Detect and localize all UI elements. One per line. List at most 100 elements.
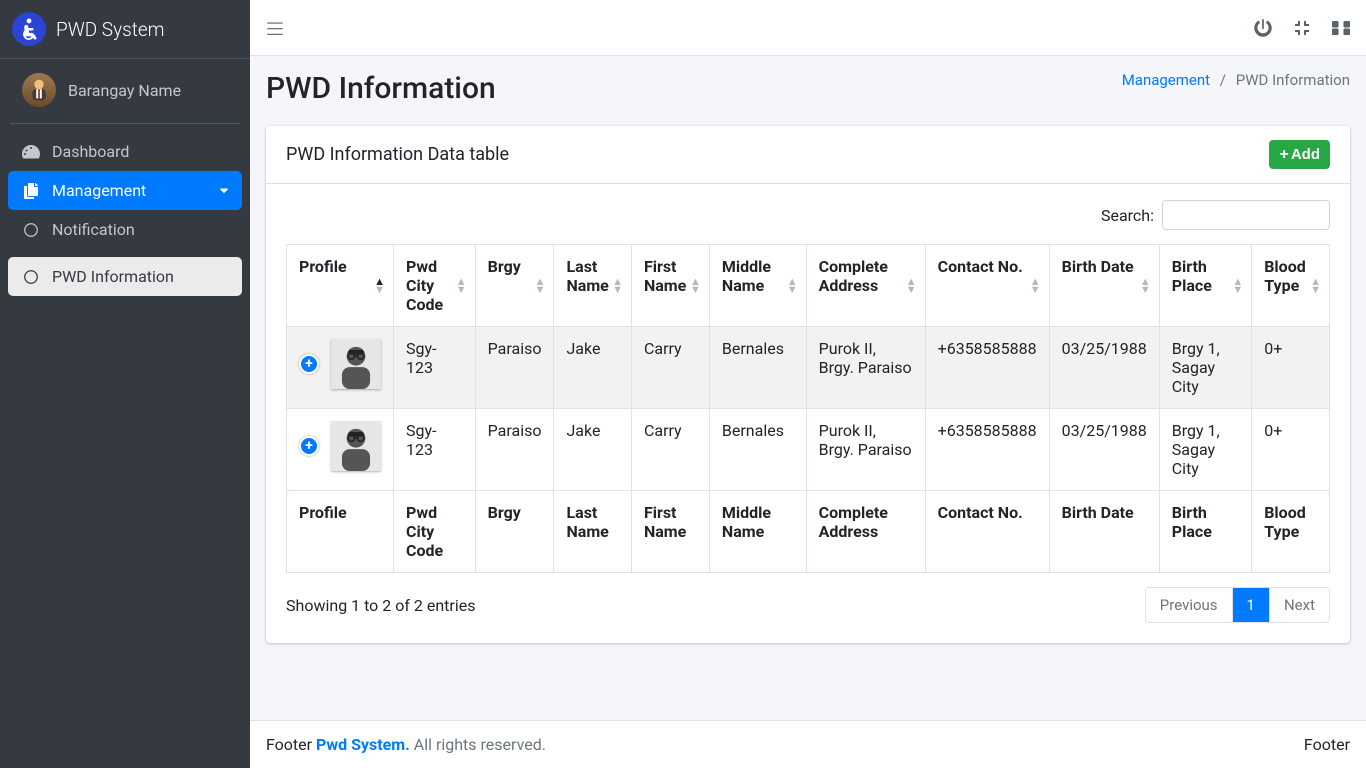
brand-text: PWD System [56,18,165,41]
th-last-name[interactable]: Last Name▲▼ [554,245,631,327]
search-label: Search: [1101,206,1154,225]
breadcrumb-separator: / [1214,71,1232,89]
th-pwd-city-code[interactable]: Pwd City Code▲▼ [394,245,476,327]
tf-complete-address: Complete Address [806,491,925,573]
sort-icon: ▲▼ [906,278,917,294]
th-profile[interactable]: Profile▲▼ [287,245,394,327]
sort-icon: ▲▼ [374,278,385,294]
cell-contact-no: +6358585888 [925,327,1049,409]
pagination-previous[interactable]: Previous [1146,588,1232,622]
cell-brgy: Paraiso [475,327,554,409]
sort-icon: ▲▼ [787,278,798,294]
data-card: PWD Information Data table +Add Search: … [266,126,1350,643]
sidebar-label: Dashboard [52,142,129,161]
cell-blood-type: 0+ [1252,409,1330,491]
expand-row-button[interactable]: + [299,436,319,456]
cell-birth-place: Brgy 1, Sagay City [1159,409,1251,491]
user-avatar [22,73,56,107]
pagination: Previous 1 Next [1145,587,1330,623]
th-first-name[interactable]: First Name▲▼ [631,245,709,327]
user-panel: Barangay Name [10,59,240,124]
tf-pwd-city-code: Pwd City Code [394,491,476,573]
circle-icon [20,222,42,238]
page-title: PWD Information [266,71,496,106]
add-button-label: Add [1291,146,1320,163]
cell-first-name: Carry [631,409,709,491]
sort-icon: ▲▼ [1030,278,1041,294]
tf-blood-type: Blood Type [1252,491,1330,573]
sidebar-item-pwd-information[interactable]: PWD Information [8,257,242,296]
pagination-page-1[interactable]: 1 [1232,588,1269,622]
sort-icon: ▲▼ [535,278,546,294]
tf-birth-date: Birth Date [1049,491,1159,573]
sidebar-nav: Dashboard Management Notification PWD In… [0,124,250,304]
footer: Footer Pwd System. All rights reserved. … [250,720,1366,768]
cell-birth-place: Brgy 1, Sagay City [1159,327,1251,409]
th-contact-no[interactable]: Contact No.▲▼ [925,245,1049,327]
cell-last-name: Jake [554,327,631,409]
main-area: PWD Information Management / PWD Informa… [250,0,1366,768]
grid-icon[interactable] [1332,19,1350,37]
search-input[interactable] [1162,200,1330,230]
pagination-next[interactable]: Next [1269,588,1329,622]
cell-brgy: Paraiso [475,409,554,491]
expand-row-button[interactable]: + [299,354,319,374]
sidebar-item-notification[interactable]: Notification [8,210,242,249]
sort-icon: ▲▼ [456,278,467,294]
sidebar-label: Management [52,181,146,200]
chevron-down-icon [218,181,230,200]
cell-middle-name: Bernales [709,327,806,409]
footer-brand[interactable]: Pwd System. [316,735,410,754]
cell-birth-date: 03/25/1988 [1049,409,1159,491]
cell-complete-address: Purok II, Brgy. Paraiso [806,409,925,491]
cell-middle-name: Bernales [709,409,806,491]
tf-contact-no: Contact No. [925,491,1049,573]
brand-link[interactable]: PWD System [0,0,250,59]
sidebar-item-management[interactable]: Management [8,171,242,210]
th-birth-date[interactable]: Birth Date▲▼ [1049,245,1159,327]
breadcrumb-current: PWD Information [1236,71,1350,89]
profile-thumbnail [331,421,381,471]
th-complete-address[interactable]: Complete Address▲▼ [806,245,925,327]
user-name: Barangay Name [68,81,181,100]
power-icon[interactable] [1254,19,1272,37]
add-button[interactable]: +Add [1269,140,1330,169]
cell-pwd-city-code: Sgy-123 [394,327,476,409]
cell-last-name: Jake [554,409,631,491]
breadcrumb-parent[interactable]: Management [1122,71,1210,89]
sort-icon: ▲▼ [1232,278,1243,294]
sort-icon: ▲▼ [690,278,701,294]
footer-prefix: Footer [266,735,316,754]
tf-first-name: First Name [631,491,709,573]
circle-icon [20,269,42,285]
compress-icon[interactable] [1294,20,1310,36]
accessibility-icon [12,12,46,46]
sort-icon: ▲▼ [1140,278,1151,294]
sort-icon: ▲▼ [1310,278,1321,294]
tf-profile: Profile [287,491,394,573]
table-row: + Sgy-123ParaisoJakeCarryBernalesPurok II… [287,327,1330,409]
th-birth-place[interactable]: Birth Place▲▼ [1159,245,1251,327]
tachometer-icon [20,143,42,161]
th-brgy[interactable]: Brgy▲▼ [475,245,554,327]
cell-complete-address: Purok II, Brgy. Paraiso [806,327,925,409]
breadcrumb: Management / PWD Information [1122,71,1350,89]
cell-contact-no: +6358585888 [925,409,1049,491]
sidebar-item-dashboard[interactable]: Dashboard [8,132,242,171]
pwd-data-table: Profile▲▼ Pwd City Code▲▼ Brgy▲▼ Last Na… [286,244,1330,573]
plus-icon: + [1279,147,1288,163]
table-row: +Sgy-123ParaisoJakeCarryBernalesPurok II… [287,409,1330,491]
topbar [250,0,1366,56]
cell-birth-date: 03/25/1988 [1049,327,1159,409]
tf-brgy: Brgy [475,491,554,573]
th-blood-type[interactable]: Blood Type▲▼ [1252,245,1330,327]
cell-first-name: Carry [631,327,709,409]
copy-icon [20,183,42,199]
th-middle-name[interactable]: Middle Name▲▼ [709,245,806,327]
sidebar-label: Notification [52,220,135,239]
tf-middle-name: Middle Name [709,491,806,573]
sort-icon: ▲▼ [612,278,623,294]
footer-right: Footer [1304,735,1350,754]
tf-birth-place: Birth Place [1159,491,1251,573]
menu-toggle-icon[interactable] [266,19,284,37]
